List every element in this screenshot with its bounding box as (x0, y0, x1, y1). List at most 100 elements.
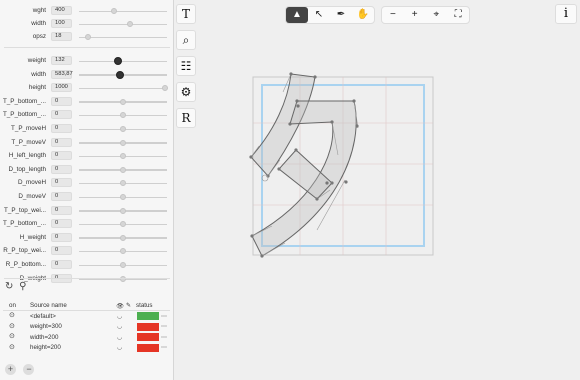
param-row: T_P_top_wei... 0 (0, 205, 170, 217)
param-slider-knob[interactable] (120, 234, 126, 241)
source-visibility-icon[interactable]: ◡ (117, 344, 122, 351)
gear-icon[interactable]: ⚙ (176, 82, 196, 102)
param-slider-knob[interactable] (120, 112, 126, 119)
magic-icon[interactable]: ⚲ (19, 281, 26, 292)
param-value-field[interactable]: 0 (51, 96, 72, 106)
axe-slider-knob[interactable] (127, 21, 134, 27)
fullscreen-icon[interactable]: ⛶ (447, 7, 469, 23)
refresh-icon[interactable]: ↻ (5, 281, 13, 292)
param-value-field[interactable]: 1000 (51, 83, 72, 93)
param-slider-track[interactable] (79, 87, 167, 90)
axe-slider-track[interactable] (79, 23, 167, 25)
source-row[interactable]: ⊙ height=200 ◡ ⋯ (3, 343, 170, 354)
param-value-field[interactable]: 583,87 (51, 69, 73, 79)
zoom-in-icon[interactable]: + (404, 7, 426, 23)
edit-icon[interactable]: ✎ (126, 302, 131, 309)
source-menu-icon[interactable]: ⋯ (161, 323, 167, 330)
param-slider-knob[interactable] (116, 70, 125, 79)
eye-icon[interactable]: 👁 (116, 302, 124, 310)
param-value-field[interactable]: 0 (51, 219, 72, 229)
axe-row: opsz 18 (0, 31, 170, 43)
source-on-toggle[interactable]: ⊙ (9, 343, 15, 351)
source-visibility-icon[interactable]: ◡ (117, 313, 122, 320)
param-slider-knob[interactable] (120, 248, 126, 255)
source-on-toggle[interactable]: ⊙ (9, 322, 15, 330)
axe-label: width (31, 20, 46, 27)
param-value-field[interactable]: 0 (51, 232, 72, 242)
zoom-out-icon[interactable]: − (382, 7, 404, 23)
param-slider-knob[interactable] (120, 180, 126, 187)
source-menu-icon[interactable]: ⋯ (161, 313, 167, 320)
param-row: H_left_length 0 (0, 150, 170, 162)
axe-value-field[interactable]: 400 (51, 6, 72, 15)
source-row[interactable]: ⊙ width=200 ◡ ⋯ (3, 332, 170, 343)
param-slider-track[interactable] (79, 60, 167, 62)
tool-strip: T ⌕ ☷ ⚙ R (176, 4, 196, 134)
reference-font-icon[interactable]: R (176, 108, 196, 128)
source-menu-icon[interactable]: ⋯ (161, 344, 167, 351)
param-value-field[interactable]: 0 (51, 164, 72, 174)
axe-value-field[interactable]: 18 (51, 32, 72, 41)
axe-value-field[interactable]: 100 (51, 19, 72, 28)
sources-table: on Source name 👁 ✎ status ⊙ <default> ◡ ⋯ ⊙ w… (3, 300, 170, 353)
param-slider-knob[interactable] (120, 194, 126, 200)
source-menu-icon[interactable]: ⋯ (161, 334, 167, 341)
source-visibility-icon[interactable]: ◡ (117, 323, 122, 330)
param-slider-knob[interactable] (120, 207, 126, 214)
param-label: T_P_bottom_... (2, 111, 46, 119)
search-icon[interactable]: ⌕ (176, 30, 196, 50)
param-value-field[interactable]: 0 (51, 246, 72, 256)
source-on-toggle[interactable]: ⊙ (9, 311, 15, 319)
param-value-field[interactable]: 0 (51, 151, 72, 161)
glyph-canvas[interactable] (176, 0, 580, 380)
param-slider-knob[interactable] (120, 262, 126, 268)
param-row: D_moveH 0 (0, 177, 170, 189)
param-value-field[interactable]: 0 (51, 205, 72, 215)
axe-slider-track[interactable] (79, 36, 167, 38)
param-row: height 1000 (0, 82, 170, 94)
param-slider-knob[interactable] (120, 126, 126, 132)
axe-slider-knob[interactable] (84, 34, 91, 40)
pen-icon[interactable]: ✒ (330, 7, 352, 23)
param-slider-knob[interactable] (120, 166, 126, 173)
col-status: status (136, 302, 153, 309)
param-label: D_moveV (18, 193, 46, 200)
axe-slider-track[interactable] (79, 10, 167, 12)
source-on-toggle[interactable]: ⊙ (9, 332, 15, 340)
source-status-swatch (137, 312, 159, 320)
param-value-field[interactable]: 0 (51, 178, 72, 188)
param-row: R_P_bottom... 0 (0, 259, 170, 271)
param-slider-knob[interactable] (113, 57, 122, 65)
param-row: T_P_bottom_... 0 (0, 109, 170, 121)
source-row[interactable]: ⊙ weight=300 ◡ ⋯ (3, 322, 170, 333)
select-point-icon[interactable]: ↖ (308, 7, 330, 23)
param-slider-knob[interactable] (120, 153, 126, 160)
remove-source-button[interactable]: − (23, 364, 35, 375)
axe-row: wght 400 (0, 5, 170, 17)
glyph-contour-1 (250, 73, 316, 177)
info-button[interactable]: i (555, 4, 577, 24)
param-value-field[interactable]: 0 (51, 260, 72, 269)
param-slider-knob[interactable] (162, 85, 169, 92)
hand-icon[interactable]: ✋ (352, 7, 374, 23)
param-value-field[interactable]: 0 (51, 192, 72, 201)
param-label: weight (27, 57, 46, 64)
param-label: R_P_bottom... (5, 261, 46, 268)
param-slider-knob[interactable] (120, 139, 126, 146)
add-source-button[interactable]: + (5, 364, 16, 375)
source-status-swatch (137, 343, 159, 352)
zoom-fit-icon[interactable]: ⌖ (426, 7, 448, 23)
text-tool-icon[interactable]: T (176, 4, 196, 24)
param-slider-knob[interactable] (120, 221, 126, 228)
source-row[interactable]: ⊙ <default> ◡ ⋯ (3, 311, 170, 322)
param-value-field[interactable]: 0 (51, 124, 72, 133)
param-slider-knob[interactable] (120, 98, 126, 105)
sliders-icon[interactable]: ☷ (176, 56, 196, 76)
source-visibility-icon[interactable]: ◡ (117, 334, 122, 341)
axe-slider-knob[interactable] (111, 8, 118, 14)
param-value-field[interactable]: 132 (51, 56, 72, 65)
param-value-field[interactable]: 0 (51, 137, 72, 147)
param-label: H_weight (19, 233, 46, 241)
pointer-icon[interactable]: ▲ (286, 7, 308, 23)
param-value-field[interactable]: 0 (51, 110, 72, 120)
